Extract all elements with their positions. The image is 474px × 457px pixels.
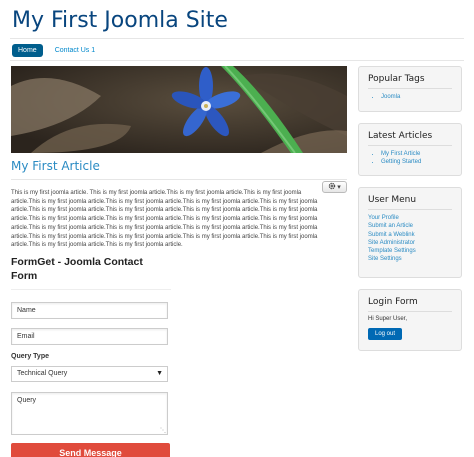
article-body: This is my first joomla article. This is…: [11, 190, 318, 249]
user-menu-item[interactable]: Site Administrator: [368, 239, 452, 247]
latest-articles-module: Latest Articles My First Article Getting…: [358, 123, 462, 176]
resize-handle-icon[interactable]: ⋱: [160, 428, 166, 434]
module-divider: [368, 209, 452, 210]
module-divider: [368, 145, 452, 146]
user-menu-item[interactable]: Submit a Weblink: [368, 231, 452, 239]
login-greeting: Hi Super User,: [368, 316, 408, 322]
latest-article-link[interactable]: My First Article: [381, 150, 452, 158]
dropdown-arrow-icon: ▼: [156, 369, 163, 377]
latest-articles-title: Latest Articles: [368, 131, 433, 141]
module-divider: [368, 88, 452, 89]
email-field[interactable]: Email: [11, 327, 168, 345]
login-form-title: Login Form: [368, 297, 418, 307]
article-title[interactable]: My First Article: [11, 159, 347, 173]
banner-image: [11, 66, 347, 153]
user-menu-item[interactable]: Site Settings: [368, 255, 452, 263]
user-menu-item[interactable]: Submit an Article: [368, 222, 452, 230]
gear-icon: [328, 182, 336, 192]
chevron-down-icon: ▾: [337, 184, 341, 191]
name-field[interactable]: Name: [11, 301, 168, 319]
popular-tags-title: Popular Tags: [368, 74, 425, 84]
sidebar: Popular Tags Joomla Latest Articles My F…: [358, 66, 462, 362]
query-type-label: Query Type: [11, 352, 49, 360]
main-nav: Home Contact Us 1: [12, 44, 101, 57]
nav-home[interactable]: Home: [12, 44, 43, 57]
article-tools-button[interactable]: ▾: [322, 181, 347, 193]
query-type-select[interactable]: Technical Query ▼: [11, 365, 168, 382]
module-divider: [368, 311, 452, 312]
query-textarea[interactable]: Query ⋱: [11, 391, 168, 435]
main-content: My First Article ▾ This is my first joom…: [11, 66, 347, 457]
article-divider: [11, 179, 347, 180]
popular-tags-module: Popular Tags Joomla: [358, 66, 462, 112]
logout-button[interactable]: Log out: [368, 328, 403, 340]
login-form-module: Login Form Hi Super User, Log out: [358, 289, 462, 351]
form-divider: [11, 288, 171, 290]
nav-divider: [10, 60, 464, 61]
latest-article-link[interactable]: Getting Started: [381, 158, 452, 166]
user-menu-item[interactable]: Your Profile: [368, 214, 452, 222]
query-type-value: Technical Query: [17, 369, 68, 377]
nav-contact-us[interactable]: Contact Us 1: [49, 44, 101, 57]
site-title[interactable]: My First Joomla Site: [12, 8, 228, 33]
user-menu-title: User Menu: [368, 195, 417, 205]
contact-form-title: FormGet - Joomla Contact Form: [11, 255, 143, 282]
tag-link[interactable]: Joomla: [381, 93, 452, 101]
query-placeholder: Query: [17, 396, 37, 404]
send-message-button[interactable]: Send Message: [11, 442, 170, 457]
header-divider: [10, 38, 464, 39]
user-menu-module: User Menu Your Profile Submit an Article…: [358, 187, 462, 278]
user-menu-item[interactable]: Template Settings: [368, 247, 452, 255]
